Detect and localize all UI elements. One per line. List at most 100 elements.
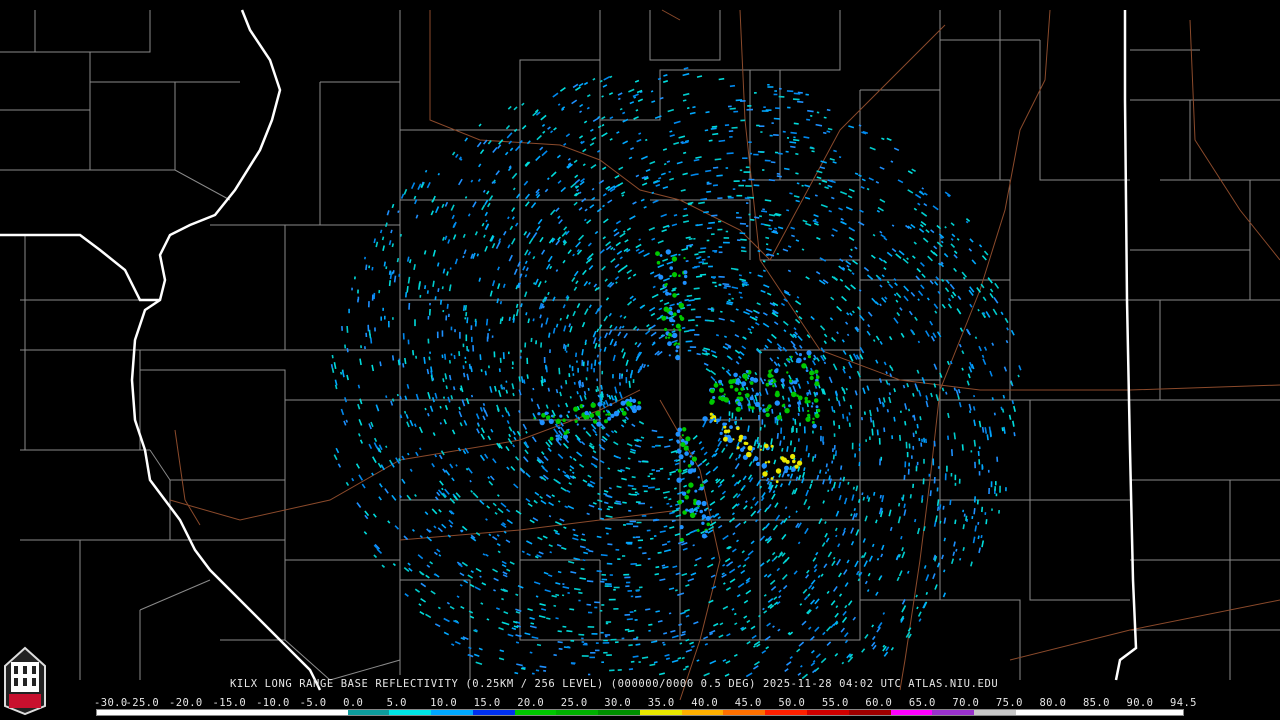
echo-cell	[753, 456, 759, 462]
echo-speckle	[355, 463, 360, 469]
echo-speckle	[662, 565, 669, 569]
echo-speckle	[816, 474, 820, 481]
echo-speckle	[880, 553, 884, 558]
echo-speckle	[483, 234, 486, 238]
echo-speckle	[1004, 317, 1009, 324]
echo-cell	[746, 451, 752, 458]
echo-speckle	[812, 219, 819, 224]
echo-speckle	[406, 383, 410, 389]
echo-speckle	[462, 305, 466, 311]
echo-speckle	[798, 344, 803, 349]
echo-speckle	[908, 310, 913, 316]
echo-speckle	[597, 492, 601, 496]
echo-speckle	[860, 555, 864, 559]
echo-speckle	[557, 570, 562, 574]
echo-speckle	[636, 342, 642, 348]
echo-cell	[765, 407, 770, 412]
echo-speckle	[762, 445, 766, 452]
echo-speckle	[808, 626, 812, 630]
echo-speckle	[557, 453, 564, 460]
echo-cell	[775, 390, 780, 395]
echo-speckle	[514, 456, 520, 461]
echo-speckle	[906, 257, 909, 261]
echo-speckle	[547, 447, 552, 452]
echo-speckle	[903, 295, 909, 302]
echo-speckle	[548, 544, 553, 548]
echo-speckle	[834, 527, 838, 532]
echo-cell	[555, 418, 561, 424]
echo-speckle	[844, 321, 849, 325]
echo-speckle	[590, 164, 597, 169]
echo-speckle	[603, 489, 609, 493]
echo-speckle	[506, 411, 511, 417]
echo-speckle	[635, 595, 642, 598]
echo-speckle	[627, 276, 632, 280]
echo-speckle	[378, 496, 382, 501]
echo-speckle	[779, 483, 784, 488]
echo-speckle	[786, 209, 790, 212]
echo-speckle	[787, 245, 792, 248]
echo-speckle	[540, 465, 545, 469]
echo-speckle	[755, 643, 761, 648]
echo-speckle	[378, 483, 383, 488]
echo-speckle	[848, 236, 855, 241]
echo-speckle	[662, 490, 670, 494]
echo-speckle	[451, 477, 455, 482]
echo-speckle	[536, 403, 541, 410]
echo-speckle	[389, 274, 392, 280]
echo-speckle	[506, 132, 513, 139]
echo-speckle	[918, 228, 925, 233]
color-scale-bar	[96, 709, 1184, 716]
echo-cell	[710, 419, 714, 422]
echo-speckle	[548, 332, 551, 338]
echo-cell	[658, 274, 664, 280]
echo-speckle	[843, 527, 847, 532]
echo-cell	[692, 468, 697, 473]
echo-speckle	[377, 462, 382, 469]
echo-speckle	[762, 312, 768, 316]
echo-speckle	[570, 571, 577, 574]
echo-speckle	[848, 375, 852, 380]
echo-speckle	[711, 453, 716, 458]
echo-cell	[741, 381, 747, 387]
echo-speckle	[823, 563, 828, 569]
echo-speckle	[950, 558, 955, 565]
echo-speckle	[776, 343, 783, 349]
echo-speckle	[627, 484, 634, 487]
echo-speckle	[708, 139, 713, 142]
echo-speckle	[470, 368, 473, 373]
echo-speckle	[640, 198, 645, 202]
color-scale-swatch	[222, 710, 265, 715]
echo-speckle	[863, 266, 870, 272]
echo-speckle	[783, 167, 790, 171]
echo-speckle	[683, 207, 688, 211]
echo-speckle	[728, 561, 734, 565]
echo-speckle	[436, 262, 440, 267]
echo-speckle	[742, 564, 747, 568]
echo-speckle	[573, 557, 581, 561]
echo-cell	[806, 350, 812, 356]
echo-speckle	[608, 312, 612, 317]
echo-speckle	[579, 180, 585, 186]
echo-speckle	[578, 591, 583, 594]
echo-cell	[679, 316, 685, 321]
echo-speckle	[795, 510, 798, 513]
echo-speckle	[668, 438, 673, 441]
echo-speckle	[748, 399, 751, 404]
echo-speckle	[718, 634, 724, 639]
echo-speckle	[831, 406, 834, 412]
echo-speckle	[862, 387, 866, 395]
echo-speckle	[809, 367, 813, 371]
echo-speckle	[599, 459, 605, 464]
echo-speckle	[513, 268, 518, 276]
echo-speckle	[662, 80, 669, 83]
echo-speckle	[866, 385, 870, 391]
echo-speckle	[474, 628, 478, 632]
echo-speckle	[492, 536, 498, 541]
echo-speckle	[671, 509, 680, 513]
echo-speckle	[791, 234, 795, 238]
echo-speckle	[411, 528, 415, 532]
echo-speckle	[497, 507, 504, 514]
echo-speckle	[442, 468, 447, 473]
echo-speckle	[768, 227, 773, 231]
